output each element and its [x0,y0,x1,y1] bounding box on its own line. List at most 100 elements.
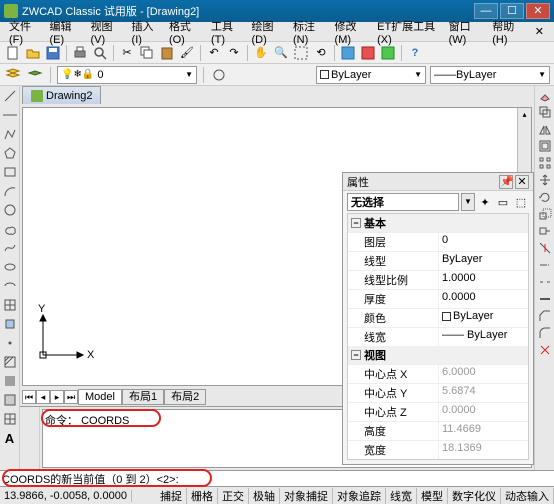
sb-polar[interactable]: 极轴 [249,488,280,504]
sb-dyn[interactable]: 动态输入 [501,488,554,504]
explode-icon[interactable] [538,343,552,357]
sb-ortho[interactable]: 正交 [218,488,249,504]
break-icon[interactable] [538,275,552,289]
tool-palette-icon[interactable] [379,44,397,62]
array-icon[interactable] [538,156,552,170]
design-center-icon[interactable] [359,44,377,62]
circle-icon[interactable] [2,202,18,218]
region-icon[interactable] [2,392,18,408]
line-icon[interactable] [2,88,18,104]
mirror-icon[interactable] [538,122,552,136]
trim-icon[interactable] [538,241,552,255]
menu-draw[interactable]: 绘图(D) [246,18,288,46]
move-icon[interactable] [538,173,552,187]
tab-layout1[interactable]: 布局1 [122,389,164,405]
coords-readout[interactable]: 13.9866, -0.0058, 0.0000 [0,490,132,502]
menu-view[interactable]: 视图(V) [86,18,127,46]
print-icon[interactable] [71,44,89,62]
zoom-win-icon[interactable] [292,44,310,62]
rotate-icon[interactable] [538,190,552,204]
sb-lwt[interactable]: 线宽 [386,488,417,504]
tab-layout2[interactable]: 布局2 [164,389,206,405]
pline-icon[interactable] [2,126,18,142]
layer-states-icon[interactable] [210,66,228,84]
command-input[interactable]: COORDS的新当前值（0 到 2）<2>: [0,470,554,486]
gradient-icon[interactable] [2,373,18,389]
preview-icon[interactable] [91,44,109,62]
xline-icon[interactable] [2,107,18,123]
menu-tools[interactable]: 工具(T) [206,18,247,46]
linetype-combo[interactable]: —— ByLayer▼ [430,66,550,84]
menu-insert[interactable]: 插入(I) [127,18,164,46]
selection-dropdown-button[interactable]: ▼ [461,193,475,211]
layer-manager-icon[interactable] [4,66,22,84]
polygon-icon[interactable] [2,145,18,161]
toggle-pickadd-icon[interactable]: ⬚ [513,194,529,210]
tab-next-button[interactable]: ▸ [50,390,64,404]
sb-tablet[interactable]: 数字化仪 [448,488,501,504]
tab-prev-button[interactable]: ◂ [36,390,50,404]
hatch-icon[interactable] [2,354,18,370]
point-icon[interactable] [2,335,18,351]
color-combo[interactable]: ByLayer▼ [316,66,426,84]
select-objects-icon[interactable]: ▭ [495,194,511,210]
quick-select-icon[interactable]: ✦ [477,194,493,210]
extend-icon[interactable] [538,258,552,272]
tab-model[interactable]: Model [78,389,122,405]
save-icon[interactable] [44,44,62,62]
menu-edit[interactable]: 编辑(E) [45,18,86,46]
prop-close-button[interactable]: ✕ [515,175,529,189]
ellipse-arc-icon[interactable] [2,278,18,294]
offset-icon[interactable] [538,139,552,153]
table-icon[interactable] [2,411,18,427]
scale-icon[interactable] [538,207,552,221]
menu-dim[interactable]: 标注(N) [288,18,330,46]
menu-format[interactable]: 格式(O) [164,18,206,46]
sb-snap[interactable]: 捕捉 [156,488,187,504]
pan-icon[interactable]: ✋ [252,44,270,62]
selection-combo[interactable]: 无选择 [347,193,459,211]
menu-et[interactable]: ET扩展工具(X) [372,18,444,46]
sb-grid[interactable]: 栅格 [187,488,218,504]
tab-last-button[interactable]: ⏭ [64,390,78,404]
revcloud-icon[interactable] [2,221,18,237]
menu-file[interactable]: 文件(F) [4,18,45,46]
menu-help[interactable]: 帮助(H) [487,18,529,46]
join-icon[interactable] [538,292,552,306]
tab-first-button[interactable]: ⏮ [22,390,36,404]
undo-icon[interactable]: ↶ [205,44,223,62]
rectangle-icon[interactable] [2,164,18,180]
chamfer-icon[interactable] [538,309,552,323]
prop-cat-basic[interactable]: −基本 [348,214,528,232]
help-icon[interactable]: ? [406,44,424,62]
ellipse-icon[interactable] [2,259,18,275]
copy2-icon[interactable] [538,105,552,119]
open-icon[interactable] [24,44,42,62]
sb-otrack[interactable]: 对象追踪 [333,488,386,504]
redo-icon[interactable]: ↷ [225,44,243,62]
prop-cat-view[interactable]: −视图 [348,346,528,364]
match-icon[interactable]: 🖌 [178,44,196,62]
prop-pin-button[interactable]: 📌 [499,175,513,189]
paste-icon[interactable] [158,44,176,62]
layer-combo[interactable]: 💡❄🔒 0▼ [57,66,197,84]
mtext-icon[interactable]: A [2,430,18,446]
sb-model[interactable]: 模型 [417,488,448,504]
block-icon[interactable] [2,316,18,332]
arc-icon[interactable] [2,183,18,199]
sb-osnap[interactable]: 对象捕捉 [280,488,333,504]
menu-modify[interactable]: 修改(M) [330,18,373,46]
spline-icon[interactable] [2,240,18,256]
zoom-rt-icon[interactable]: 🔍 [272,44,290,62]
properties-icon[interactable] [339,44,357,62]
fillet-icon[interactable] [538,326,552,340]
cut-icon[interactable]: ✂ [118,44,136,62]
doc-close-button[interactable]: ✕ [529,25,550,38]
stretch-icon[interactable] [538,224,552,238]
close-button[interactable]: ✕ [526,3,550,19]
insert-icon[interactable] [2,297,18,313]
zoom-prev-icon[interactable]: ⟲ [312,44,330,62]
copy-icon[interactable] [138,44,156,62]
new-icon[interactable] [4,44,22,62]
layer-prev-icon[interactable] [26,66,44,84]
